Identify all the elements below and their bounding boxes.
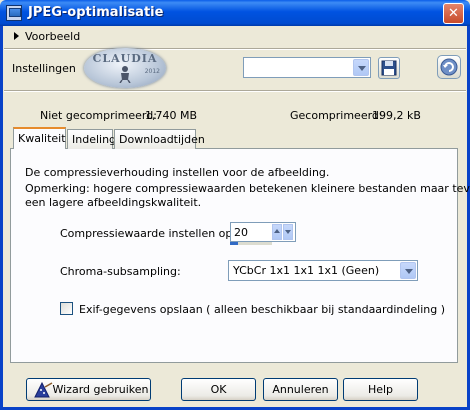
- save-preset-button[interactable]: [378, 57, 400, 79]
- reset-arrow-icon: [440, 58, 458, 76]
- compression-level-bar[interactable]: [230, 242, 272, 245]
- reset-defaults-button[interactable]: [437, 55, 461, 79]
- wizard-button[interactable]: Wizard gebruiken: [26, 378, 151, 401]
- exif-checkbox[interactable]: [60, 302, 73, 315]
- help-label: Help: [367, 383, 394, 396]
- settings-label: Instellingen: [12, 62, 76, 75]
- compression-value[interactable]: 20: [234, 226, 248, 239]
- tab-indeling-label: Indeling: [72, 133, 117, 146]
- wizard-label: Wizard gebruiken: [52, 383, 149, 396]
- tab-kwaliteit[interactable]: Kwaliteit: [13, 127, 66, 149]
- close-button[interactable]: ✕: [443, 3, 464, 24]
- title-bar: JPEG-optimalisatie ✕: [0, 0, 470, 26]
- spinner-buttons[interactable]: [272, 224, 294, 240]
- quality-tab-panel: [10, 148, 458, 363]
- compressed-value: 199,2 kB: [372, 109, 421, 122]
- watermark-text: CLAUDIA: [92, 52, 158, 65]
- top-divider: [4, 48, 466, 50]
- tab-downloadtijden-label: Downloadtijden: [119, 133, 205, 146]
- cancel-label: Annuleren: [272, 383, 329, 396]
- compression-spinner[interactable]: 20: [230, 222, 296, 242]
- compression-level-fill: [230, 242, 239, 245]
- chroma-dropdown[interactable]: YCbCr 1x1 1x1 1x1 (Geen): [228, 260, 418, 281]
- figure-icon: [119, 66, 131, 83]
- preview-toggle[interactable]: Voorbeeld: [14, 30, 80, 43]
- floppy-disk-icon: [381, 60, 397, 76]
- spin-down-icon[interactable]: [283, 224, 293, 240]
- app-icon: [6, 5, 22, 21]
- tab-downloadtijden[interactable]: Downloadtijden: [114, 129, 205, 149]
- watermark-logo: CLAUDIA 2012: [84, 48, 166, 88]
- wizard-icon: [34, 381, 53, 398]
- tab-kwaliteit-label: Kwaliteit: [18, 132, 66, 145]
- chroma-value: YCbCr 1x1 1x1 1x1 (Geen): [233, 264, 380, 277]
- chroma-label: Chroma-subsampling:: [60, 265, 181, 278]
- middle-divider: [4, 90, 466, 92]
- preview-label: Voorbeeld: [25, 30, 81, 43]
- uncompressed-label: Niet gecomprimeerd:: [40, 109, 157, 122]
- chevron-down-icon[interactable]: [353, 59, 369, 76]
- compression-label: Compressiewaarde instellen op:: [60, 227, 237, 240]
- expand-triangle-icon: [14, 32, 19, 40]
- preset-dropdown[interactable]: [243, 57, 371, 78]
- ok-label: OK: [210, 383, 227, 396]
- help-button[interactable]: Help: [343, 378, 418, 401]
- watermark-year: 2012: [144, 68, 160, 75]
- note-line-2: een lagere afbeeldingskwaliteit.: [25, 196, 202, 209]
- compressed-label: Gecomprimeerd:: [290, 109, 383, 122]
- description-text: De compressieverhouding instellen voor d…: [25, 166, 330, 179]
- note-line-1: Opmerking: hogere compressiewaarden bete…: [25, 182, 470, 195]
- tab-indeling[interactable]: Indeling: [67, 129, 117, 149]
- exif-label: Exif-gegevens opslaan ( alleen beschikba…: [79, 303, 445, 316]
- ok-button[interactable]: OK: [181, 378, 256, 401]
- spin-up-icon[interactable]: [272, 224, 282, 240]
- uncompressed-value: 1,740 MB: [145, 109, 198, 122]
- window-title: JPEG-optimalisatie: [28, 5, 164, 20]
- cancel-button[interactable]: Annuleren: [263, 378, 338, 401]
- chevron-down-icon[interactable]: [400, 262, 416, 279]
